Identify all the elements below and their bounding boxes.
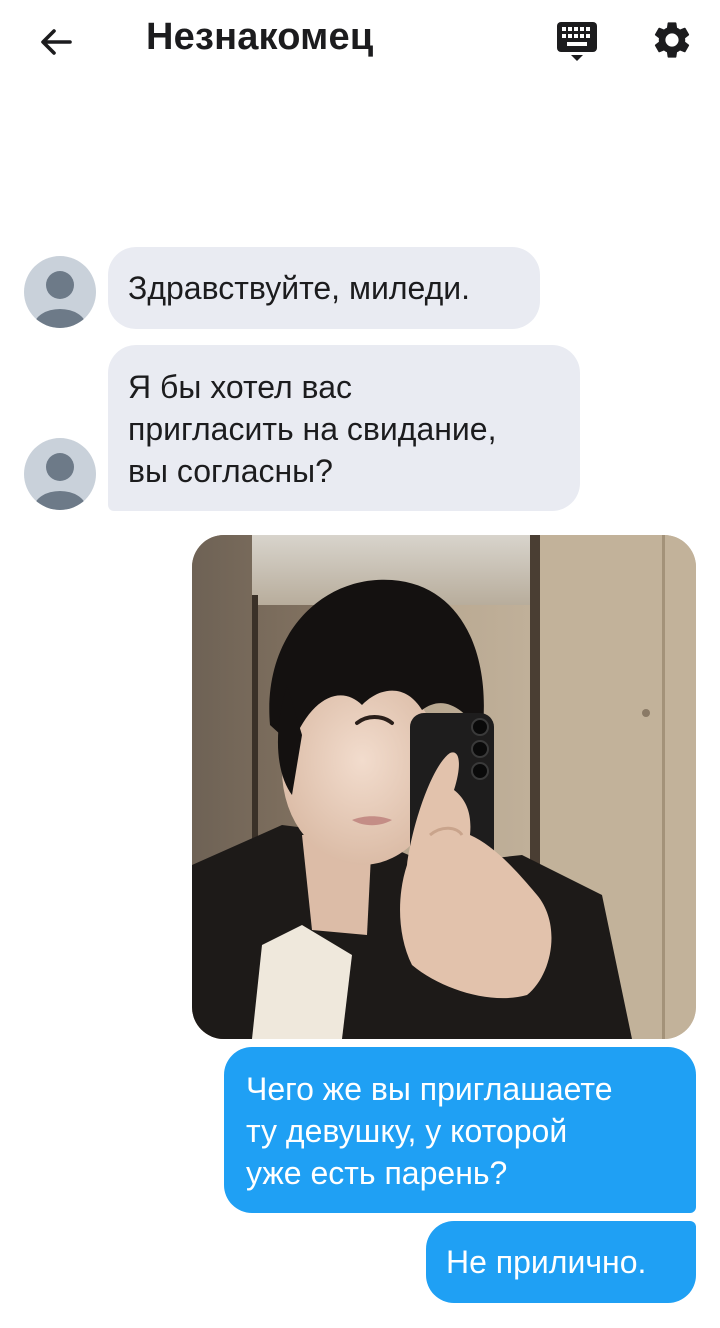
message-text: Чего же вы приглашаете ту девушку, у кот… [246, 1071, 613, 1191]
message-bubble-incoming[interactable]: Здравствуйте, миледи. [108, 247, 540, 329]
avatar[interactable] [24, 256, 96, 328]
message-bubble-outgoing[interactable]: Чего же вы приглашаете ту девушку, у кот… [224, 1047, 696, 1213]
chat-screen: Незнакомец Здравствуйте, миледи. Я бы хо… [0, 0, 720, 1328]
message-text: Не прилично. [446, 1244, 647, 1280]
avatar[interactable] [24, 438, 96, 510]
message-text: Я бы хотел вас пригласить на свидание, в… [128, 369, 497, 489]
chat-header: Незнакомец [0, 0, 720, 84]
user-silhouette-icon [34, 271, 86, 328]
back-button[interactable] [30, 18, 82, 66]
photo-image [192, 535, 696, 1039]
user-silhouette-icon [34, 453, 86, 510]
chat-title: Незнакомец [146, 16, 374, 58]
arrow-left-icon [41, 29, 72, 55]
gear-icon [654, 22, 690, 58]
message-bubble-outgoing[interactable]: Не прилично. [426, 1221, 696, 1303]
keyboard-button[interactable] [550, 18, 604, 66]
keyboard-icon [557, 22, 597, 61]
message-bubble-incoming[interactable]: Я бы хотел вас пригласить на свидание, в… [108, 345, 580, 511]
message-text: Здравствуйте, миледи. [128, 270, 471, 306]
settings-button[interactable] [646, 14, 698, 66]
message-photo[interactable] [192, 535, 696, 1039]
